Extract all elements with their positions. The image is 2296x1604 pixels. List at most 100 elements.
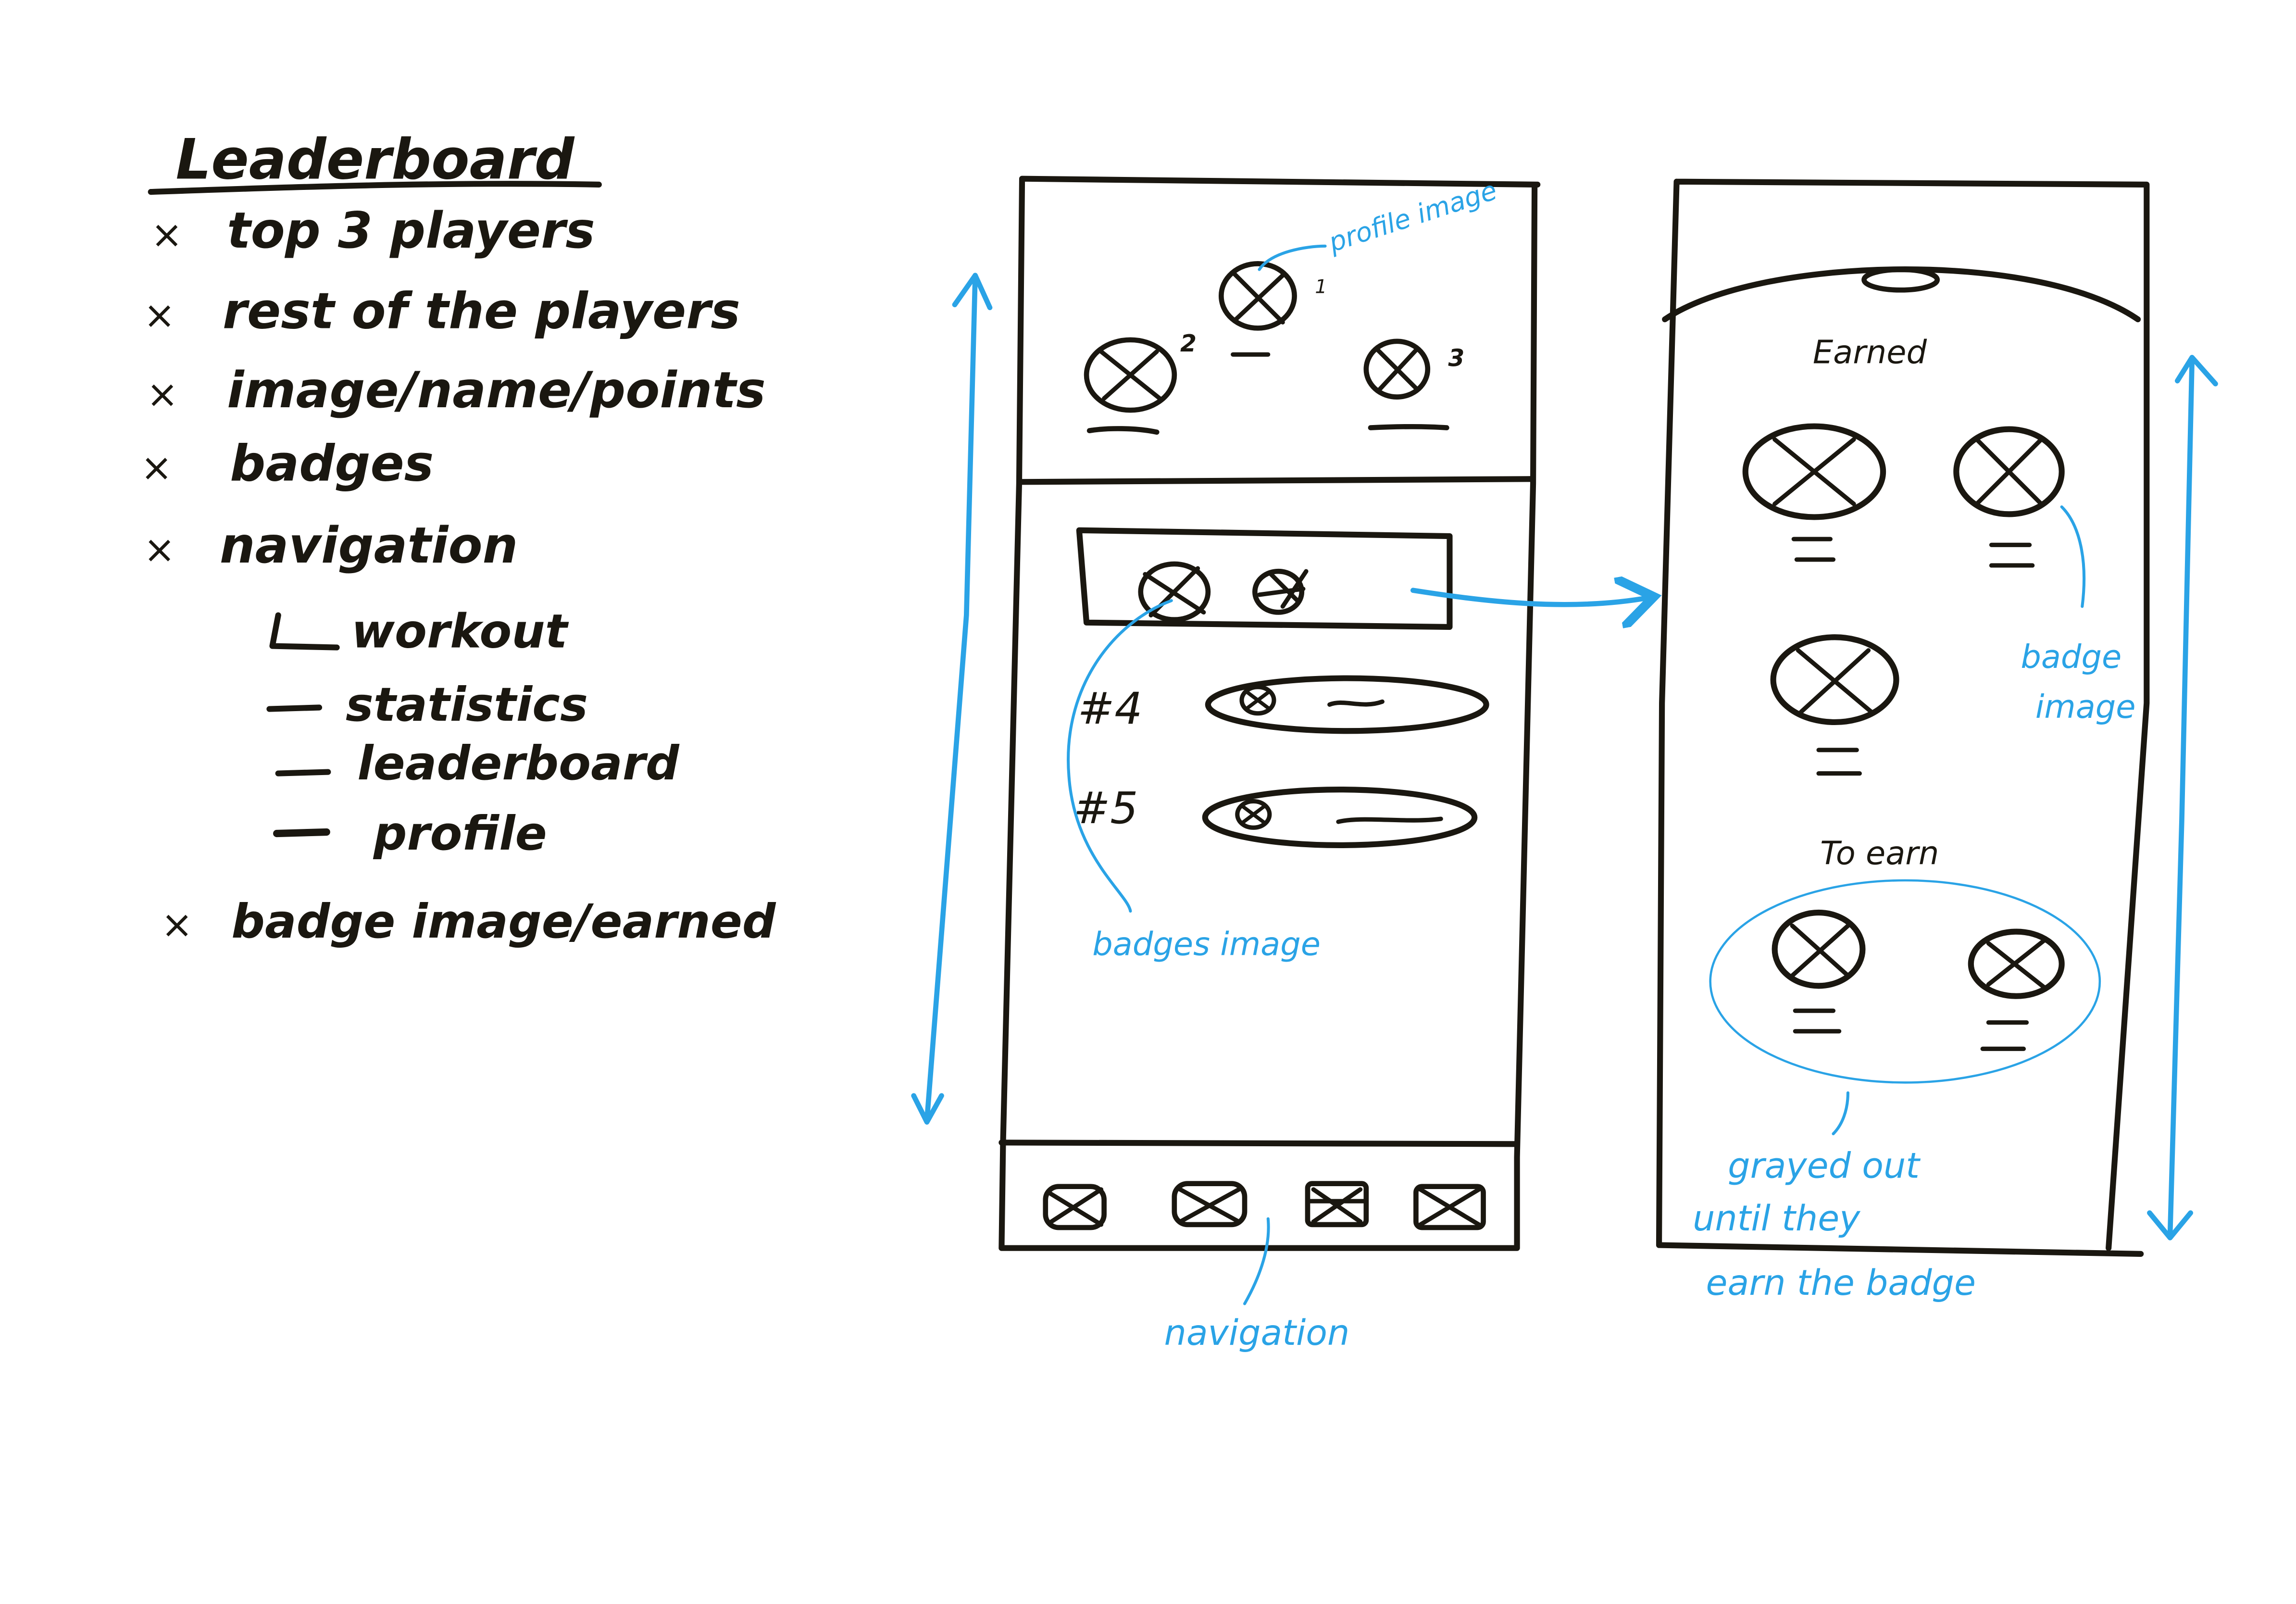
bullet-text: image/name/points (227, 362, 766, 419)
podium-first: 1 (1218, 261, 1327, 357)
badge-cross (1974, 437, 2044, 506)
earned-badge[interactable] (1953, 426, 2065, 568)
notch (1861, 267, 1940, 293)
bullet-badges: × badges (140, 435, 434, 492)
unearned-badge[interactable] (1968, 928, 2065, 1051)
placeholder-cross (1098, 349, 1162, 401)
earned-heading: Earned (1813, 334, 1927, 371)
badge-label-line (1980, 1020, 2029, 1051)
badge-cross (1796, 648, 1874, 714)
bullet-top-3-players: × top 3 players (151, 202, 595, 260)
player-row-4[interactable]: #4 (1078, 675, 1489, 734)
placeholder-cross (1231, 270, 1285, 325)
vertical-scroll-arrow (2167, 356, 2195, 1238)
badge-image-label-line: badge (2021, 638, 2121, 676)
badge-image-label-line: image (2035, 688, 2136, 726)
podium-divider (1017, 476, 1535, 485)
header-curve (1662, 266, 2141, 323)
player-name-line (1327, 699, 1385, 707)
podium-second: 2 (1084, 330, 1197, 435)
unearned-badge[interactable] (1772, 909, 1866, 1034)
arrowhead-up (2174, 355, 2218, 387)
nav-icon-cross (1178, 1187, 1241, 1224)
sub-item-statistics: statistics (346, 677, 588, 732)
requirements-notes: Leaderboard × top 3 players × rest of th… (140, 128, 776, 949)
podium-rank: 2 (1180, 330, 1197, 357)
bullet-rest-of-players: × rest of the players (144, 282, 740, 340)
placeholder-cross (1374, 346, 1420, 392)
earned-badges (1742, 423, 2065, 776)
podium-rank: 3 (1448, 345, 1464, 372)
player-rank: #4 (1078, 683, 1143, 734)
nav-bar-divider (998, 1140, 1520, 1147)
bullet-image-name-points: × image/name/points (147, 362, 766, 419)
to-earn-heading: To earn (1820, 834, 1939, 872)
badge-image-label: badge image (2021, 638, 2135, 726)
badge-cross (1772, 437, 1856, 506)
sub-item-workout: workout (351, 604, 569, 659)
grayed-out-label-line: until they (1693, 1198, 1861, 1239)
nav-workout-icon[interactable] (1043, 1184, 1107, 1230)
bullet-mark: × (144, 527, 175, 572)
sub-item-profile: profile (373, 806, 547, 861)
sub-mark-corner (269, 612, 340, 651)
unearned-badges (1772, 909, 2065, 1051)
badges-box (1076, 527, 1453, 630)
vertical-scroll-arrow (924, 273, 978, 1123)
podium-third: 3 (1363, 338, 1464, 430)
bullet-mark: × (161, 902, 193, 947)
avatar-cross (1240, 803, 1267, 825)
sub-mark-dash (273, 828, 330, 838)
grayed-out-label: grayed out until they earn the badge (1693, 1145, 1976, 1303)
player-rank: #5 (1073, 782, 1138, 834)
podium-rank: 1 (1315, 276, 1327, 298)
nav-sub-list: workout statistics leaderboard profile (266, 604, 680, 861)
name-line (1368, 424, 1449, 430)
badge-cross (1986, 938, 2046, 990)
nav-leaderboard-icon[interactable] (1305, 1181, 1369, 1228)
nav-profile-icon[interactable] (1413, 1184, 1486, 1230)
badges-image-label: badges image (1092, 925, 1321, 963)
player-name-line (1336, 816, 1443, 824)
badge-cross (1790, 923, 1850, 978)
bullet-mark: × (144, 292, 175, 337)
bottom-navigation (1043, 1181, 1486, 1230)
badge-label-line (1989, 542, 2035, 568)
nav-icon-cross (1418, 1187, 1481, 1227)
leaderboard-screen: 1 2 3 #4 #5 (998, 175, 1541, 1251)
bullet-navigation: × navigation (144, 517, 518, 575)
badges-strip[interactable] (1076, 527, 1453, 630)
profile-image-label: profile image (1324, 175, 1500, 258)
badges-image-leader (1067, 599, 1173, 913)
name-line (1086, 426, 1160, 435)
bullet-mark: × (151, 212, 183, 257)
sub-mark-dash (275, 769, 331, 777)
bullet-mark: × (147, 372, 178, 416)
nav-statistics-icon[interactable] (1172, 1181, 1248, 1228)
bullet-text: badge image/earned (231, 894, 776, 949)
bullet-mark: × (140, 445, 172, 489)
badge-label-line (1793, 1008, 1842, 1034)
sub-item-leaderboard: leaderboard (357, 736, 680, 790)
grayed-out-group-outline (1709, 879, 2101, 1084)
navigation-label: navigation (1164, 1313, 1350, 1353)
badge-image-leader (2060, 505, 2086, 608)
grayed-out-label-line: earn the badge (1706, 1263, 1975, 1303)
sub-mark-dash (266, 704, 323, 712)
earned-badge[interactable] (1770, 634, 1899, 776)
bullet-text: top 3 players (227, 202, 595, 260)
bullet-text: rest of the players (223, 282, 740, 340)
avatar-cross (1244, 689, 1272, 711)
grayed-out-leader (1832, 1091, 1849, 1136)
badge-label-line (1791, 537, 1836, 562)
badge-label-line (1816, 748, 1862, 776)
leaderboard-annotations: profile image badges image navigation (911, 175, 1649, 1353)
nav-icon-cross (1046, 1187, 1104, 1227)
player-row-5[interactable]: #5 (1073, 782, 1478, 848)
nav-icon-cross (1305, 1187, 1369, 1224)
bullet-text: navigation (220, 517, 518, 575)
navigation-leader (1243, 1217, 1270, 1305)
earned-badge[interactable] (1742, 423, 1886, 562)
bullet-text: badges (230, 435, 434, 492)
grayed-out-label-line: grayed out (1728, 1145, 1921, 1186)
